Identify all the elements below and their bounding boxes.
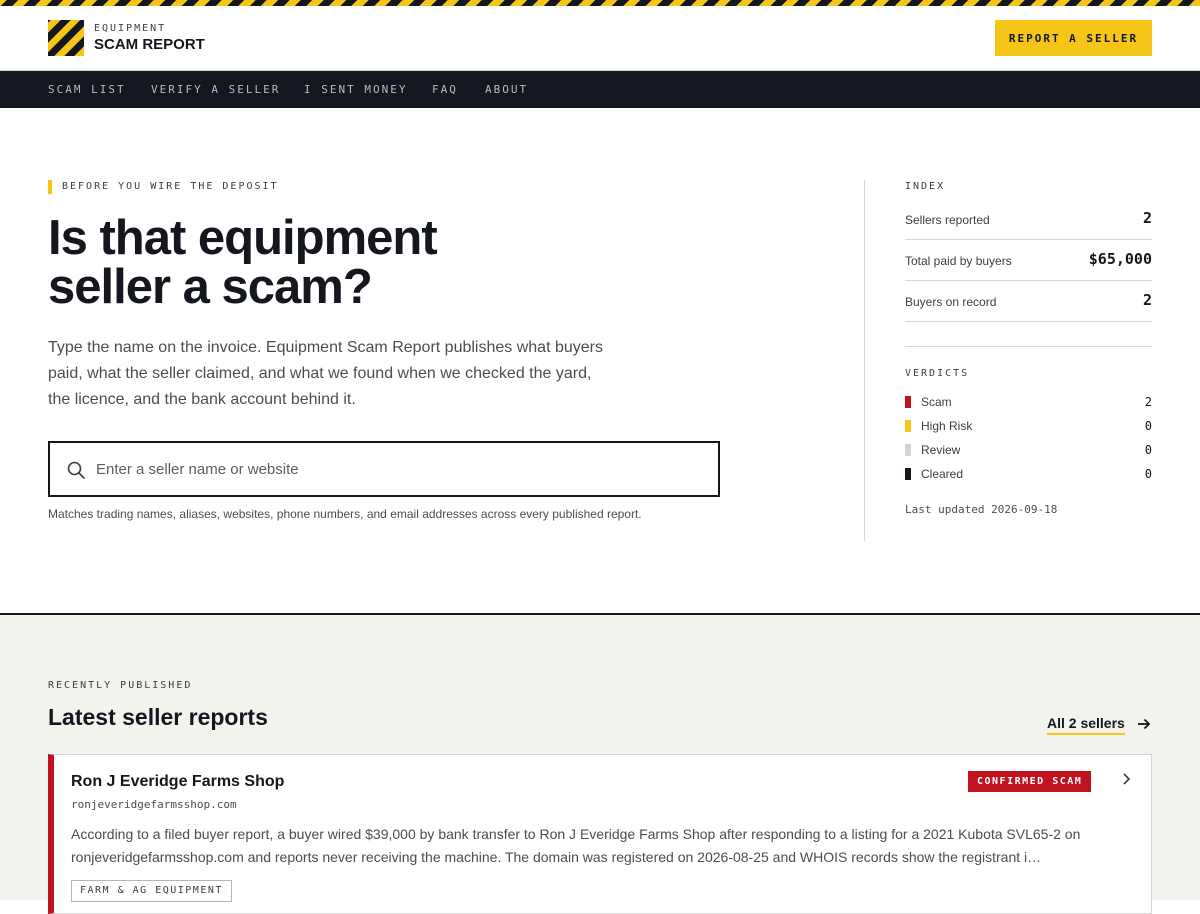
hazard-logo-icon[interactable]	[48, 20, 84, 56]
status-badge: CONFIRMED SCAM	[968, 771, 1092, 792]
hero-eyebrow: BEFORE YOU WIRE THE DEPOSIT	[48, 180, 279, 194]
arrow-right-icon	[1138, 718, 1151, 730]
verdict-high-risk[interactable]: High Risk 0	[905, 418, 1152, 434]
index-label: INDEX	[905, 181, 946, 192]
report-card[interactable]: Ron J Everidge Farms Shop ronjeveridgefa…	[48, 754, 1152, 914]
verdict-count: 2	[1144, 395, 1152, 409]
search-icon	[67, 461, 85, 479]
verdict-cleared[interactable]: Cleared 0	[905, 466, 1152, 482]
nav-faq[interactable]: FAQ	[432, 83, 458, 96]
verdicts-label: VERDICTS	[905, 368, 970, 379]
stat-label: Total paid by buyers	[905, 254, 1012, 268]
latest-reports-title: Latest seller reports	[48, 704, 268, 730]
report-seller-button[interactable]: REPORT A SELLER	[995, 20, 1152, 56]
hero-description: Type the name on the invoice. Equipment …	[48, 339, 603, 408]
stat-label: Sellers reported	[905, 213, 990, 227]
nav-verify-seller[interactable]: VERIFY A SELLER	[151, 83, 280, 96]
main-nav: SCAM LIST VERIFY A SELLER I SENT MONEY F…	[0, 71, 1200, 108]
last-updated: Last updated 2026-09-18	[905, 503, 1058, 516]
nav-scam-list[interactable]: SCAM LIST	[48, 83, 126, 96]
seller-search-input[interactable]	[96, 443, 706, 495]
stat-row: Buyers on record 2	[905, 281, 1152, 322]
verdict-swatch	[905, 468, 911, 480]
verdict-count: 0	[1144, 443, 1152, 457]
verdict-swatch	[905, 444, 911, 456]
brand-eyebrow[interactable]: EQUIPMENT	[94, 23, 166, 34]
verdict-swatch	[905, 396, 911, 408]
verdict-scam[interactable]: Scam 2	[905, 394, 1152, 410]
sidebar-separator	[905, 346, 1152, 347]
recent-label: RECENTLY PUBLISHED	[48, 680, 193, 691]
report-seller-name[interactable]: Ron J Everidge Farms Shop	[71, 773, 284, 791]
nav-about[interactable]: ABOUT	[485, 83, 528, 96]
verdict-label: High Risk	[921, 419, 973, 433]
stat-value: 2	[1142, 291, 1152, 309]
hero-title: Is that equipment seller a scam?	[48, 211, 438, 314]
verdict-label: Scam	[921, 395, 952, 409]
search-help-text: Matches trading names, aliases, websites…	[48, 507, 642, 521]
sidebar-divider	[864, 180, 865, 541]
verdict-label: Cleared	[921, 467, 964, 481]
verdict-swatch	[905, 420, 911, 432]
stat-value: $65,000	[1088, 250, 1152, 268]
all-sellers-link[interactable]: All 2 sellers	[1047, 715, 1151, 735]
report-domain: ronjeveridgefarmsshop.com	[71, 798, 237, 811]
nav-i-sent-money[interactable]: I SENT MONEY	[304, 83, 407, 96]
all-sellers-label: All 2 sellers	[1047, 715, 1125, 735]
verdict-count: 0	[1144, 419, 1152, 433]
site-header: EQUIPMENT SCAM REPORT REPORT A SELLER	[0, 6, 1200, 71]
stat-row: Sellers reported 2	[905, 199, 1152, 240]
verdict-label: Review	[921, 443, 961, 457]
chevron-right-icon[interactable]	[1121, 772, 1133, 786]
brand-name[interactable]: SCAM REPORT	[94, 36, 205, 53]
stat-label: Buyers on record	[905, 295, 997, 309]
verdict-review[interactable]: Review 0	[905, 442, 1152, 458]
verdict-count: 0	[1144, 467, 1152, 481]
report-description: According to a filed buyer report, a buy…	[71, 826, 1081, 865]
category-tag[interactable]: FARM & AG EQUIPMENT	[71, 880, 232, 902]
seller-search	[48, 441, 720, 497]
stat-row: Total paid by buyers $65,000	[905, 240, 1152, 281]
stat-value: 2	[1142, 209, 1152, 227]
